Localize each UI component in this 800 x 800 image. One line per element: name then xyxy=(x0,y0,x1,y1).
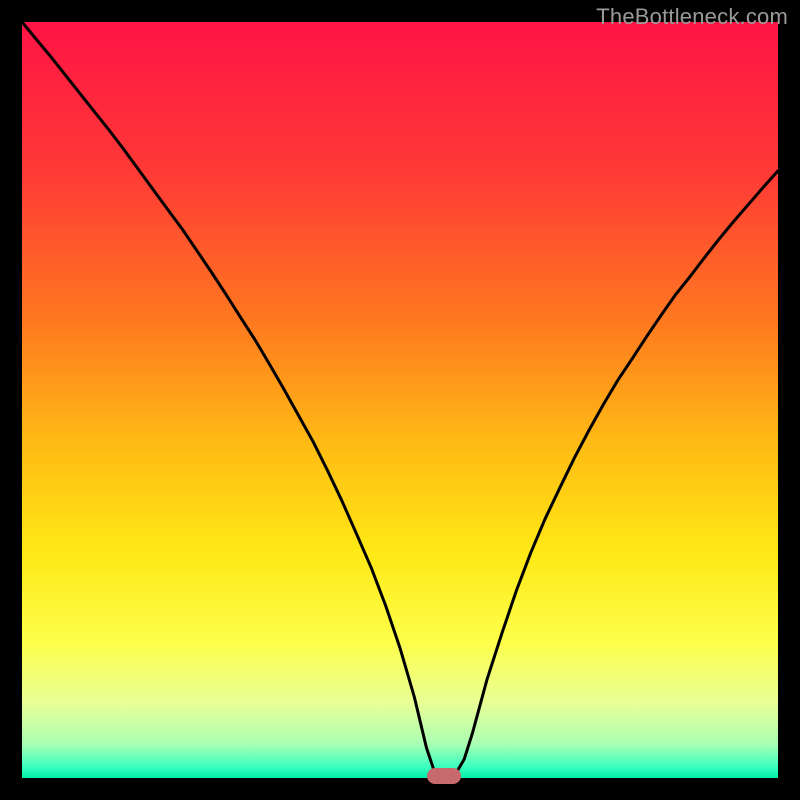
bottleneck-chart xyxy=(22,22,778,778)
gradient-rect xyxy=(22,22,778,778)
watermark-text: TheBottleneck.com xyxy=(596,4,788,30)
optimal-marker xyxy=(427,768,461,784)
chart-frame: TheBottleneck.com xyxy=(0,0,800,800)
plot-area xyxy=(22,22,778,778)
